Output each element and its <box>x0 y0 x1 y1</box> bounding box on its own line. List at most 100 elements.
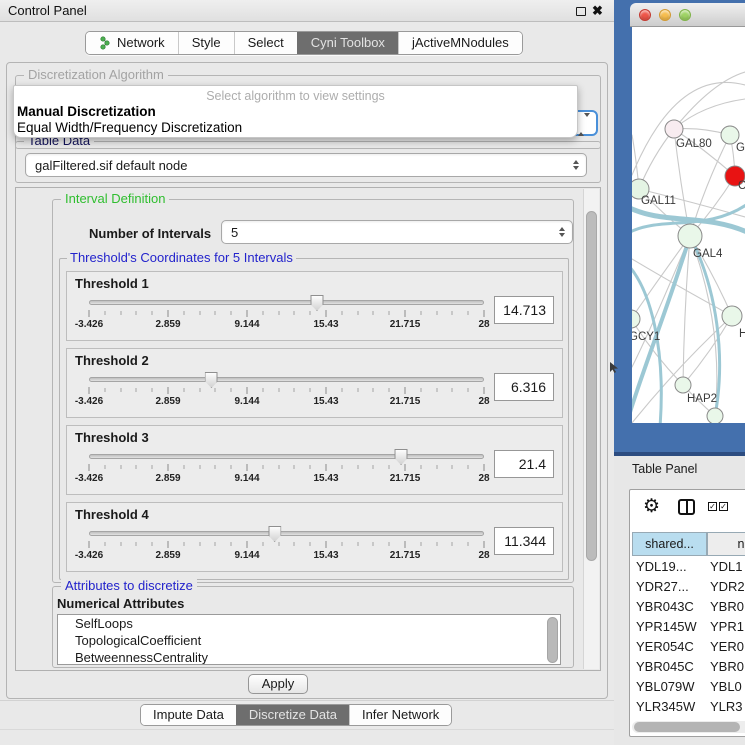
table-row-ybr045c[interactable]: YBR045CYBR0 <box>632 657 745 677</box>
threshold-card-2: Threshold 2-3.4262.8599.14415.4321.71528… <box>66 348 563 418</box>
tab-select[interactable]: Select <box>234 32 297 54</box>
combo-arrows-icon <box>559 227 565 237</box>
network-node-gal4[interactable] <box>678 224 702 248</box>
numerical-attributes-list[interactable]: SelfLoopsTopologicalCoefficientBetweenne… <box>57 614 561 665</box>
threshold-slider[interactable]: -3.4262.8599.14415.4321.71528 <box>89 523 484 565</box>
split-view-icon[interactable] <box>678 499 695 515</box>
mouse-cursor <box>609 362 619 374</box>
table-row-ydr27[interactable]: YDR27...YDR2 <box>632 577 745 597</box>
network-canvas[interactable]: GAL80GACGAL11GAL4GCY1HHAP2 <box>632 27 745 423</box>
table-row-ypr145w[interactable]: YPR145WYPR1 <box>632 617 745 637</box>
interval-definition-label: Interval Definition <box>61 192 169 206</box>
minimize-traffic-light-icon[interactable] <box>659 9 671 21</box>
threshold-label: Threshold 3 <box>75 430 554 445</box>
cell-shared-name: YER054C <box>632 637 705 657</box>
attribute-topologicalcoefficient[interactable]: TopologicalCoefficient <box>58 632 560 649</box>
algorithm-placeholder: Select algorithm to view settings <box>14 88 577 104</box>
slider-track[interactable] <box>89 300 484 305</box>
node-label-c: C <box>738 180 745 192</box>
threshold-slider[interactable]: -3.4262.8599.14415.4321.71528 <box>89 446 484 488</box>
zoom-traffic-light-icon[interactable] <box>679 9 691 21</box>
threshold-label: Threshold 2 <box>75 353 554 368</box>
cell-shared-name: YIL052C <box>632 717 705 720</box>
table-data-value: galFiltered.sif default node <box>35 158 187 173</box>
close-traffic-light-icon[interactable] <box>639 9 651 21</box>
list-scrollbar[interactable] <box>547 617 558 663</box>
attribute-betweennesscentrality[interactable]: BetweennessCentrality <box>58 649 560 665</box>
number-of-intervals-value: 5 <box>231 225 238 240</box>
tab-cyni-toolbox[interactable]: Cyni Toolbox <box>297 32 398 54</box>
slider-thumb[interactable] <box>268 526 281 542</box>
tab-discretize-data[interactable]: Discretize Data <box>236 705 349 725</box>
algorithm-option-equal-width-frequency-discretization[interactable]: Equal Width/Frequency Discretization <box>14 120 577 136</box>
divider <box>0 700 614 701</box>
number-of-intervals-combobox[interactable]: 5 <box>221 220 573 244</box>
slider-track[interactable] <box>89 531 484 536</box>
slider-thumb[interactable] <box>310 295 323 311</box>
table-row-yil052c[interactable]: YIL052CYIL0 <box>632 717 745 720</box>
table-row-ydl19[interactable]: YDL19...YDL1 <box>632 557 745 577</box>
tab-label: jActiveMNodules <box>412 32 509 54</box>
network-edge <box>632 236 690 367</box>
window-title: Control Panel <box>8 0 87 22</box>
settings-gear-icon[interactable]: ⚙ <box>643 496 660 518</box>
scrollbar-thumb[interactable] <box>586 211 597 561</box>
tab-bar: NetworkStyleSelect Cyni Toolbox jActiveMNo… <box>85 31 523 55</box>
checkbox-pair-icon[interactable]: ✓✓ <box>708 502 728 511</box>
network-edge <box>683 316 732 385</box>
table-panel-title: Table Panel <box>632 462 697 476</box>
cell-name: YDL1 <box>705 557 745 577</box>
tab-infer-network[interactable]: Infer Network <box>349 705 451 725</box>
network-node-item[interactable] <box>707 408 723 423</box>
tab-jactivemnodules[interactable]: jActiveMNodules <box>398 32 522 54</box>
node-label-gal80: GAL80 <box>676 138 712 150</box>
threshold-value-field[interactable]: 6.316 <box>494 373 554 401</box>
table-row-ybl079w[interactable]: YBL079WYBL0 <box>632 677 745 697</box>
slider-track[interactable] <box>89 454 484 459</box>
apply-button[interactable]: Apply <box>248 674 308 694</box>
tab-network[interactable]: Network <box>86 32 178 54</box>
network-node-hap2[interactable] <box>675 377 691 393</box>
table-row-ybr043c[interactable]: YBR043CYBR0 <box>632 597 745 617</box>
numerical-attributes-label: Numerical Attributes <box>57 596 184 611</box>
threshold-value-field[interactable]: 14.713 <box>494 296 554 324</box>
panel-vertical-scrollbar[interactable] <box>583 189 599 669</box>
cell-shared-name: YLR345W <box>632 697 705 717</box>
network-node-gcy1[interactable] <box>632 310 640 328</box>
float-window-icon[interactable] <box>576 7 586 16</box>
table-row-ylr345w[interactable]: YLR345WYLR3 <box>632 697 745 717</box>
node-label-hap2: HAP2 <box>687 393 717 405</box>
algorithm-option-manual-discretization[interactable]: Manual Discretization <box>14 104 577 120</box>
table-horizontal-scrollbar[interactable] <box>632 721 745 733</box>
threshold-slider[interactable]: -3.4262.8599.14415.4321.71528 <box>89 292 484 334</box>
thresholds-group-label: Threshold's Coordinates for 5 Intervals <box>67 251 296 265</box>
cell-shared-name: YPR145W <box>632 617 705 637</box>
table-toolbar: ⚙ ✓✓ <box>630 490 745 530</box>
table-row-yer054c[interactable]: YER054CYER0 <box>632 637 745 657</box>
slider-track[interactable] <box>89 377 484 382</box>
table-panel: Table Panel ⚙ ✓✓ shared... na YDL19...YD… <box>614 456 745 745</box>
table-data-combobox[interactable]: galFiltered.sif default node <box>25 153 587 177</box>
threshold-value-field[interactable]: 11.344 <box>494 527 554 555</box>
cell-name: YIL0 <box>705 717 745 720</box>
tab-style[interactable]: Style <box>178 32 234 54</box>
network-node-h[interactable] <box>722 306 742 326</box>
node-label-h: H <box>739 328 745 340</box>
network-node-gal80[interactable] <box>665 120 683 138</box>
column-header-shared-name[interactable]: shared... <box>632 532 707 556</box>
scrollbar-thumb[interactable] <box>634 722 740 732</box>
slider-ticks <box>89 310 484 318</box>
attribute-selfloops[interactable]: SelfLoops <box>58 615 560 632</box>
node-label-gal4: GAL4 <box>693 248 723 260</box>
close-icon[interactable]: ✖ <box>592 2 603 20</box>
tab-impute-data[interactable]: Impute Data <box>141 705 236 725</box>
slider-tick-labels: -3.4262.8599.14415.4321.71528 <box>89 473 484 485</box>
slider-thumb[interactable] <box>395 449 408 465</box>
threshold-value-field[interactable]: 21.4 <box>494 450 554 478</box>
table-container: ⚙ ✓✓ shared... na YDL19...YDL1YDR27...YD… <box>629 489 745 737</box>
threshold-slider[interactable]: -3.4262.8599.14415.4321.71528 <box>89 369 484 411</box>
threshold-card-3: Threshold 3 -3.4262.8599.14415.4321.71528… <box>66 425 563 495</box>
column-header-name[interactable]: na <box>707 532 745 556</box>
tab-label: Cyni Toolbox <box>311 32 385 54</box>
slider-thumb[interactable] <box>205 372 218 388</box>
